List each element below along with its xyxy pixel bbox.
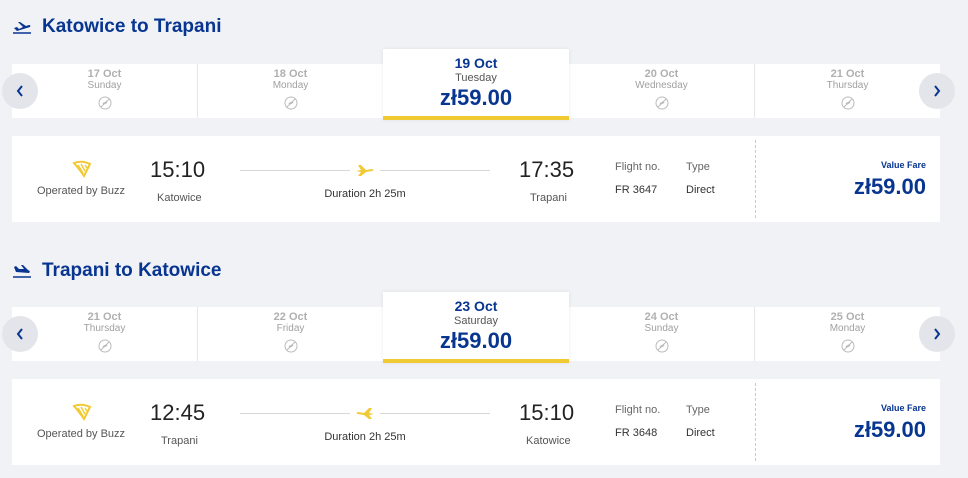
date-option[interactable]: 24 Oct Sunday: [569, 307, 755, 361]
flight-type: Direct: [686, 184, 715, 196]
card-divider: [755, 140, 756, 218]
date-label: 25 Oct: [830, 311, 865, 323]
date-label: 20 Oct: [644, 68, 679, 80]
weekday-label: Friday: [276, 323, 305, 334]
date-label: 24 Oct: [644, 311, 679, 323]
chevron-right-icon: [934, 85, 941, 97]
type-label: Type: [686, 161, 710, 173]
date-label: 21 Oct: [87, 311, 122, 323]
date-price: zł59.00: [439, 85, 513, 110]
outbound-title: Katowice to Trapani: [42, 16, 222, 37]
flight-type: Direct: [686, 427, 715, 439]
no-flight-icon: [98, 96, 111, 110]
return-title: Trapani to Katowice: [42, 260, 222, 281]
no-flight-icon: [98, 339, 111, 353]
date-price: zł59.00: [439, 328, 513, 353]
depart-city: Trapani: [161, 435, 198, 447]
next-dates-button[interactable]: [919, 73, 955, 109]
takeoff-plane-icon: [13, 22, 31, 34]
chevron-right-icon: [934, 328, 941, 340]
date-label: 18 Oct: [273, 68, 308, 80]
outbound-header: Katowice to Trapani: [12, 16, 221, 38]
chevron-left-icon: [16, 328, 23, 340]
date-label: 17 Oct: [87, 68, 122, 80]
no-flight-icon: [284, 96, 297, 110]
no-flight-icon: [841, 96, 854, 110]
prev-dates-button[interactable]: [2, 316, 38, 352]
date-option[interactable]: 18 Oct Monday: [198, 64, 384, 118]
weekday-label: Sunday: [644, 323, 679, 334]
date-option[interactable]: 25 Oct Monday: [755, 307, 940, 361]
depart-city: Katowice: [157, 192, 202, 204]
flight-no: FR 3648: [615, 427, 658, 439]
weekday-label: Saturday: [453, 315, 499, 327]
no-flight-icon: [655, 96, 668, 110]
route-line: [240, 170, 350, 171]
selected-date-option[interactable]: 19 Oct Tuesday zł59.00: [383, 49, 569, 120]
weekday-label: Wednesday: [635, 80, 688, 91]
weekday-label: Thursday: [83, 323, 126, 334]
weekday-label: Thursday: [826, 80, 869, 91]
plane-icon: [356, 165, 374, 176]
weekday-label: Monday: [272, 80, 309, 91]
weekday-label: Sunday: [87, 80, 122, 91]
fare-price[interactable]: zł59.00: [854, 417, 926, 443]
return-flight-card[interactable]: Operated by Buzz 12:45 Trapani Duration …: [12, 379, 940, 465]
arrive-city: Katowice: [526, 435, 571, 447]
selected-date-option[interactable]: 23 Oct Saturday zł59.00: [383, 292, 569, 363]
fare-label: Value Fare: [880, 160, 926, 170]
flight-no-label: Flight no.: [615, 161, 661, 173]
fare-price[interactable]: zł59.00: [854, 174, 926, 200]
fare-label: Value Fare: [880, 403, 926, 413]
route-line: [240, 413, 350, 414]
date-option[interactable]: 17 Oct Sunday: [12, 64, 198, 118]
weekday-label: Tuesday: [455, 72, 497, 84]
no-flight-icon: [841, 339, 854, 353]
prev-dates-button[interactable]: [2, 73, 38, 109]
arrive-time: 15:10: [519, 400, 575, 425]
flight-duration: Duration 2h 25m: [324, 431, 406, 443]
flight-no-label: Flight no.: [615, 404, 661, 416]
date-label: 21 Oct: [830, 68, 865, 80]
date-label: 22 Oct: [273, 311, 308, 323]
date-label: 23 Oct: [454, 298, 498, 314]
no-flight-icon: [655, 339, 668, 353]
plane-icon: [356, 408, 374, 419]
ryanair-harp-icon: [72, 160, 92, 178]
date-option[interactable]: 21 Oct Thursday: [755, 64, 940, 118]
depart-time: 15:10: [150, 157, 206, 182]
operated-by-label: Operated by Buzz: [37, 185, 126, 197]
route-line: [380, 170, 490, 171]
depart-time: 12:45: [150, 400, 206, 425]
date-option[interactable]: 21 Oct Thursday: [12, 307, 198, 361]
flight-no: FR 3647: [615, 184, 658, 196]
ryanair-harp-icon: [72, 403, 92, 421]
outbound-flight-card[interactable]: Operated by Buzz 15:10 Katowice Duration…: [12, 136, 940, 222]
card-divider: [755, 383, 756, 461]
next-dates-button[interactable]: [919, 316, 955, 352]
flight-duration: Duration 2h 25m: [324, 188, 406, 200]
arrive-city: Trapani: [530, 192, 567, 204]
date-option[interactable]: 20 Oct Wednesday: [569, 64, 755, 118]
date-label: 19 Oct: [454, 55, 498, 71]
arrive-time: 17:35: [519, 157, 575, 182]
type-label: Type: [686, 404, 710, 416]
operated-by-label: Operated by Buzz: [37, 428, 126, 440]
return-header: Trapani to Katowice: [12, 260, 221, 282]
no-flight-icon: [284, 339, 297, 353]
route-line: [380, 413, 490, 414]
weekday-label: Monday: [829, 323, 866, 334]
chevron-left-icon: [16, 85, 23, 97]
date-option[interactable]: 22 Oct Friday: [198, 307, 384, 361]
landing-plane-icon: [13, 265, 31, 278]
